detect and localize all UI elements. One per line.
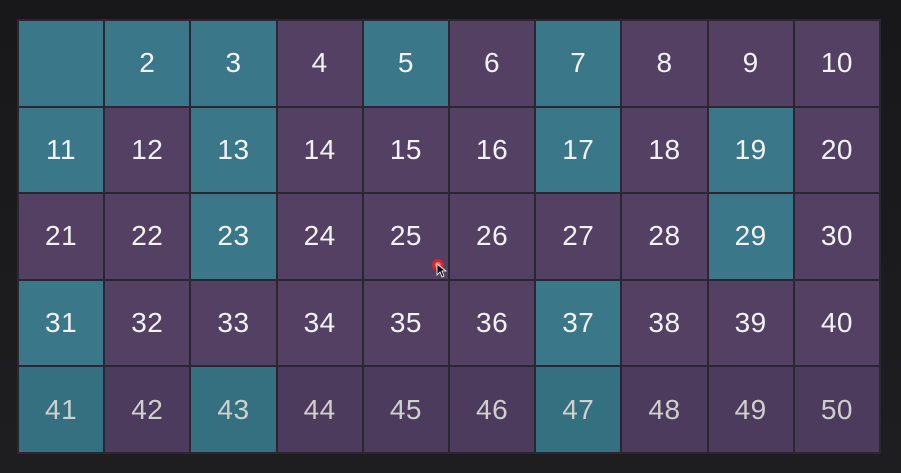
number-cell-42: 42	[104, 366, 191, 453]
number-cell-47: 47	[535, 366, 622, 453]
number-cell-4: 4	[276, 20, 363, 107]
number-cell-20: 20	[793, 106, 880, 194]
number-cell-29: 29	[707, 193, 794, 280]
number-cell-23: 23	[190, 193, 277, 280]
number-cell-49: 49	[707, 366, 794, 453]
number-cell-14: 14	[276, 106, 363, 194]
number-cell-15: 15	[362, 106, 449, 194]
number-cell-39: 39	[707, 279, 794, 367]
number-cell-10: 10	[793, 20, 880, 107]
number-cell-31: 31	[18, 279, 105, 367]
number-cell-50: 50	[793, 366, 880, 453]
number-cell-22: 22	[104, 193, 191, 280]
number-cell-6: 6	[448, 20, 536, 107]
number-cell-11: 11	[18, 106, 105, 194]
number-cell-9: 9	[707, 20, 794, 107]
number-cell-28: 28	[621, 193, 708, 280]
number-cell-40: 40	[793, 279, 880, 367]
number-cell-35: 35	[362, 279, 449, 367]
number-cell-45: 45	[362, 366, 449, 453]
number-cell-2: 2	[104, 20, 191, 107]
number-cell-43: 43	[190, 366, 277, 453]
number-cell-24: 24	[276, 193, 363, 280]
number-cell-12: 12	[104, 106, 191, 194]
number-cell-48: 48	[621, 366, 708, 453]
number-cell-38: 38	[621, 279, 708, 367]
number-cell-5: 5	[362, 20, 449, 107]
number-cell-19: 19	[707, 106, 794, 194]
number-cell-8: 8	[621, 20, 708, 107]
number-cell-37: 37	[535, 279, 622, 367]
slide-frame: 2 3 4 5 6 7 8 9 10 11 12 13 14 15 16 17 18 19 20 21 22 23 24 25…	[0, 0, 901, 473]
number-cell-41: 41	[18, 366, 105, 453]
number-cell-36: 36	[448, 279, 536, 367]
number-cell-32: 32	[104, 279, 191, 367]
number-cell-33: 33	[190, 279, 277, 367]
number-cell-26: 26	[448, 193, 536, 280]
number-cell-21: 21	[18, 193, 105, 280]
number-cell-27: 27	[535, 193, 622, 280]
number-cell-46: 46	[448, 366, 536, 453]
number-cell-7: 7	[535, 20, 622, 107]
number-cell-16: 16	[448, 106, 536, 194]
number-cell-blank	[18, 20, 105, 107]
number-cell-30: 30	[793, 193, 880, 280]
number-cell-25: 25	[362, 193, 449, 280]
number-cell-44: 44	[276, 366, 363, 453]
number-cell-17: 17	[535, 106, 622, 194]
number-cell-13: 13	[190, 106, 277, 194]
number-grid: 2 3 4 5 6 7 8 9 10 11 12 13 14 15 16 17 18 19 20 21 22 23 24 25…	[17, 19, 881, 454]
number-cell-3: 3	[190, 20, 277, 107]
number-cell-34: 34	[276, 279, 363, 367]
number-cell-18: 18	[621, 106, 708, 194]
